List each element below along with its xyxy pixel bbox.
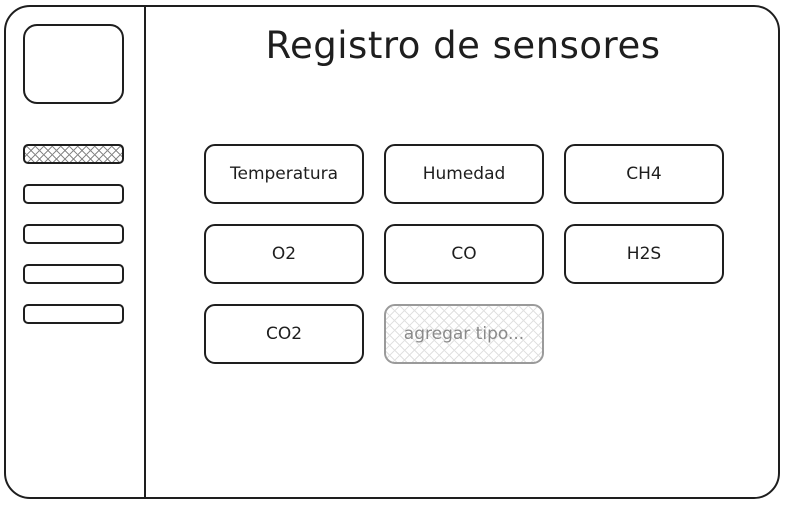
sidebar-item-4[interactable] xyxy=(23,264,124,284)
sensor-type-h2s-button[interactable]: H2S xyxy=(564,224,724,284)
sensor-type-o2-button[interactable]: O2 xyxy=(204,224,364,284)
sensor-type-temperatura-button[interactable]: Temperatura xyxy=(204,144,364,204)
sidebar-item-1[interactable] xyxy=(23,144,124,164)
add-type-button[interactable]: agregar tipo... xyxy=(384,304,544,364)
sensor-type-co-button[interactable]: CO xyxy=(384,224,544,284)
page-title: Registro de sensores xyxy=(265,24,661,67)
sidebar-item-5[interactable] xyxy=(23,304,124,324)
sensor-type-co2-button[interactable]: CO2 xyxy=(204,304,364,364)
sidebar-item-2[interactable] xyxy=(23,184,124,204)
sensor-type-humedad-button[interactable]: Humedad xyxy=(384,144,544,204)
sidebar-item-3[interactable] xyxy=(23,224,124,244)
logo-placeholder xyxy=(23,24,124,104)
sensor-type-ch4-button[interactable]: CH4 xyxy=(564,144,724,204)
sidebar-divider xyxy=(144,5,146,499)
